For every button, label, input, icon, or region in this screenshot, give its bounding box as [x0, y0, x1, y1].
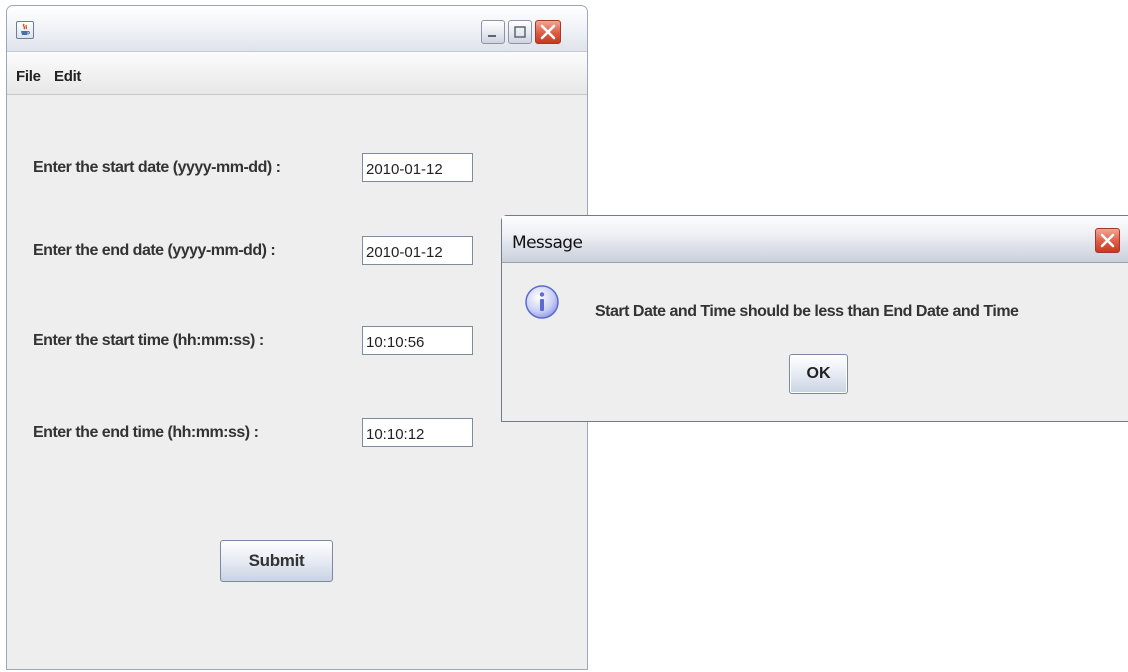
- menu-file[interactable]: File: [16, 68, 41, 85]
- main-titlebar[interactable]: [7, 6, 587, 52]
- maximize-icon: [514, 26, 526, 38]
- start-date-field[interactable]: [362, 153, 473, 182]
- close-icon: [540, 24, 556, 40]
- dialog-close-button[interactable]: [1095, 228, 1120, 253]
- start-time-label: Enter the start time (hh:mm:ss) :: [33, 332, 264, 349]
- ok-button[interactable]: OK: [789, 354, 848, 394]
- end-time-label: Enter the end time (hh:mm:ss) :: [33, 424, 259, 441]
- dialog-message: Start Date and Time should be less than …: [595, 303, 1019, 320]
- end-date-field[interactable]: [362, 236, 473, 265]
- message-dialog: Message Start Date and Time should be le…: [501, 215, 1128, 422]
- java-cup-icon[interactable]: [16, 21, 34, 39]
- maximize-button[interactable]: [508, 20, 532, 44]
- menu-edit[interactable]: Edit: [54, 68, 81, 85]
- start-date-label: Enter the start date (yyyy-mm-dd) :: [33, 159, 281, 176]
- dialog-titlebar[interactable]: Message: [502, 216, 1128, 263]
- end-date-label: Enter the end date (yyyy-mm-dd) :: [33, 242, 276, 259]
- menu-bar: File Edit: [7, 52, 587, 95]
- close-button[interactable]: [535, 20, 561, 44]
- end-time-field[interactable]: [362, 418, 473, 447]
- minimize-icon: [488, 35, 496, 37]
- submit-button[interactable]: Submit: [220, 540, 333, 582]
- start-time-field[interactable]: [362, 326, 473, 355]
- dialog-title: Message: [512, 233, 583, 253]
- info-icon: [525, 285, 559, 319]
- minimize-button[interactable]: [481, 20, 505, 44]
- close-icon: [1100, 233, 1115, 248]
